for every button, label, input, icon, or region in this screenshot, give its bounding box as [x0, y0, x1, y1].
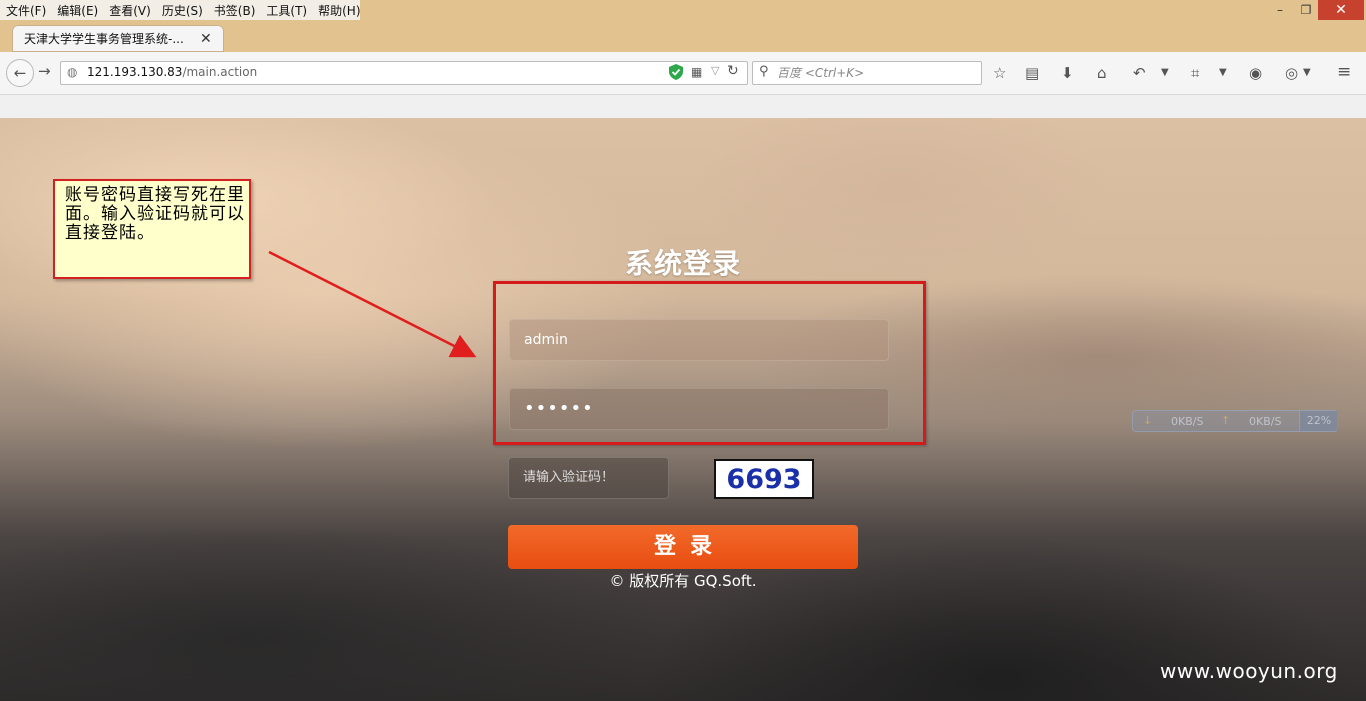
undo-dropdown-icon[interactable]: ▼	[1161, 67, 1169, 78]
crop-icon[interactable]: ⌗	[1191, 64, 1199, 82]
annotation-arrow	[268, 250, 477, 358]
url-host: 121.193.130.83	[87, 65, 183, 79]
address-bar[interactable]: ◍ 121.193.130.83/main.action ▦ ▽ ↻	[60, 61, 748, 85]
menu-help[interactable]: 帮助(H)	[312, 2, 365, 19]
tab-active[interactable]: 天津大学学生事务管理系统-... ✕	[12, 25, 224, 52]
tab-close-icon[interactable]: ✕	[200, 31, 212, 47]
minimize-button[interactable]: –	[1268, 0, 1292, 20]
upload-arrow-icon: ↑	[1221, 414, 1231, 427]
annotation-text: 账号密码直接写死在里面。输入验证码就可以直接登陆。	[65, 185, 245, 243]
globe-icon: ◍	[67, 65, 78, 79]
menu-file[interactable]: 文件(F)	[0, 2, 51, 19]
hamburger-menu-icon[interactable]: ≡	[1337, 62, 1351, 82]
maximize-button[interactable]: ❐	[1294, 0, 1318, 20]
annotation-highlight-box	[493, 281, 926, 445]
download-speed: 0KB/S	[1171, 415, 1204, 428]
url-path: /main.action	[182, 65, 258, 79]
login-title: 系统登录	[624, 247, 741, 280]
navigation-bar: ← → ◍ 121.193.130.83/main.action ▦ ▽ ↻ ⚲…	[0, 52, 1366, 95]
watermark: www.wooyun.org	[1160, 659, 1338, 683]
url-text[interactable]: 121.193.130.83/main.action	[87, 65, 257, 79]
reading-list-icon[interactable]: ▤	[1025, 64, 1039, 82]
crop-dropdown-icon[interactable]: ▼	[1219, 67, 1227, 78]
shield-icon[interactable]	[669, 64, 683, 80]
home-icon[interactable]: ⌂	[1097, 64, 1107, 82]
bookmark-star-icon[interactable]: ☆	[993, 64, 1006, 82]
back-button[interactable]: ←	[6, 59, 34, 87]
close-window-button[interactable]: ✕	[1318, 0, 1364, 20]
chat-icon[interactable]: ◉	[1249, 64, 1262, 82]
menu-view[interactable]: 查看(V)	[103, 2, 156, 19]
menu-bar: 文件(F) 编辑(E) 查看(V) 历史(S) 书签(B) 工具(T) 帮助(H…	[0, 0, 1366, 22]
captcha-image[interactable]: 6693	[714, 459, 814, 499]
tab-title: 天津大学学生事务管理系统-...	[24, 32, 184, 46]
menu-history[interactable]: 历史(S)	[156, 2, 208, 19]
qrcode-icon[interactable]: ▦	[691, 65, 702, 79]
download-icon[interactable]: ⬇	[1061, 64, 1074, 82]
login-page: 账号密码直接写死在里面。输入验证码就可以直接登陆。 系统登录 admin •••…	[0, 118, 1366, 701]
download-arrow-icon: ↓	[1143, 414, 1153, 427]
dropdown-icon[interactable]: ▽	[711, 64, 719, 77]
menu-list: 文件(F) 编辑(E) 查看(V) 历史(S) 书签(B) 工具(T) 帮助(H…	[0, 0, 361, 20]
network-speed-widget[interactable]: ↓ 0KB/S ↑ 0KB/S 22%	[1132, 410, 1338, 432]
captcha-input[interactable]: 请输入验证码！	[508, 457, 669, 499]
usage-percent: 22%	[1299, 411, 1338, 431]
menu-bookmarks[interactable]: 书签(B)	[208, 2, 261, 19]
reload-icon[interactable]: ↻	[727, 63, 739, 79]
copyright-text: © 版权所有 GQ.Soft.	[609, 572, 757, 590]
search-icon: ⚲	[759, 64, 769, 79]
forward-arrow-icon[interactable]: →	[38, 62, 51, 80]
search-input[interactable]	[777, 64, 972, 82]
profile-dropdown-icon[interactable]: ▼	[1303, 67, 1311, 78]
login-button[interactable]: 登录	[508, 525, 858, 569]
back-arrow-icon: ←	[13, 64, 27, 82]
upload-speed: 0KB/S	[1249, 415, 1282, 428]
annotation-note: 账号密码直接写死在里面。输入验证码就可以直接登陆。	[53, 179, 251, 279]
search-bar[interactable]: ⚲	[752, 61, 982, 85]
menu-tools[interactable]: 工具(T)	[260, 2, 312, 19]
menu-edit[interactable]: 编辑(E)	[51, 2, 103, 19]
tab-bar: 天津大学学生事务管理系统-... ✕ +	[0, 22, 1366, 71]
undo-icon[interactable]: ↶	[1133, 64, 1146, 82]
profile-icon[interactable]: ◎	[1285, 64, 1298, 82]
